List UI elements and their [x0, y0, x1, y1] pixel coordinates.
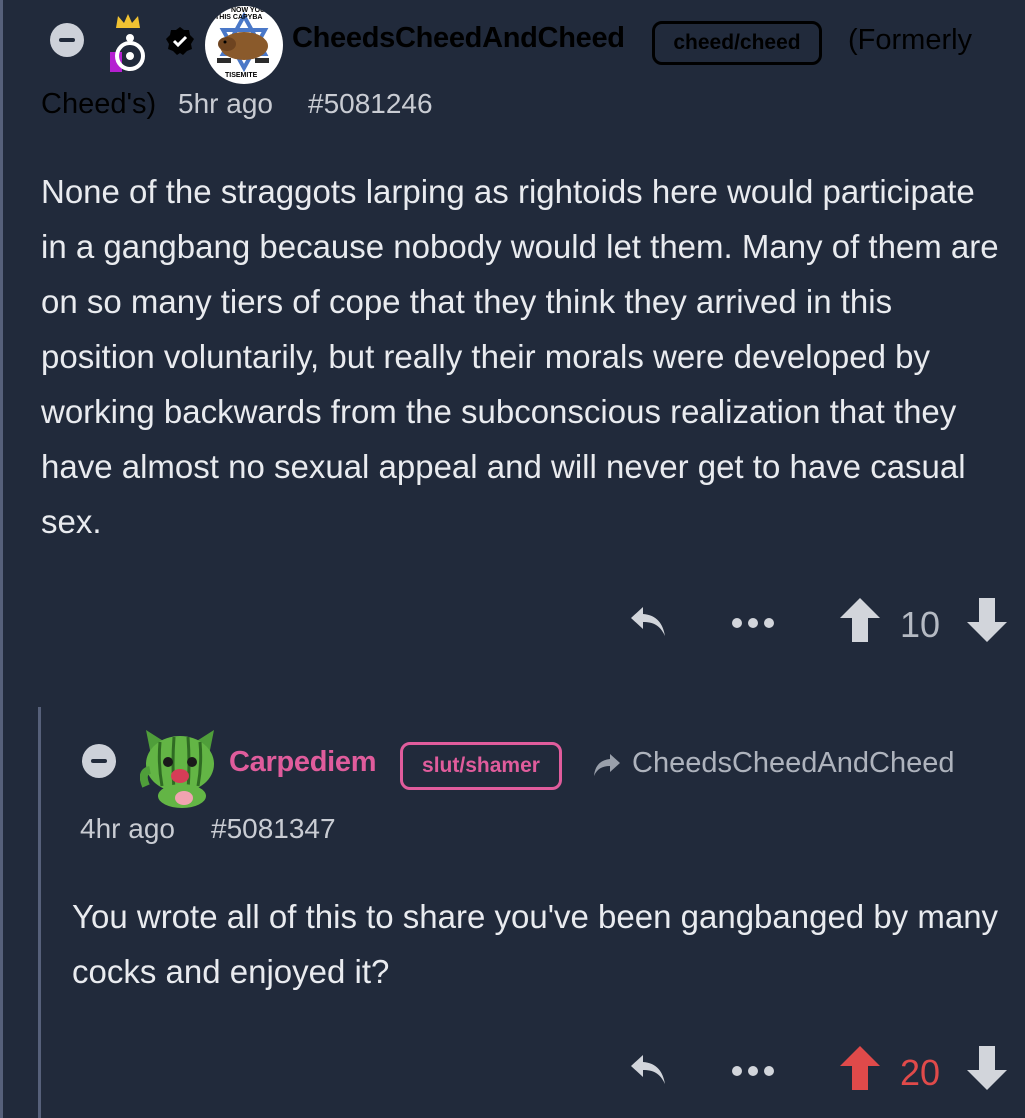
timestamp[interactable]: 4hr ago: [80, 813, 175, 845]
downvote-button[interactable]: [963, 1042, 1011, 1094]
comment-id[interactable]: #5081246: [308, 88, 433, 120]
user-flair: cheed/cheed: [652, 21, 822, 65]
avatar-caption-mid: THIS CAPYBA: [215, 14, 263, 21]
collapse-button[interactable]: [50, 23, 84, 57]
timestamp[interactable]: 5hr ago: [178, 88, 273, 120]
reply-arrow-icon: [631, 607, 665, 636]
score: 20: [900, 1052, 941, 1093]
formerly-note: (Formerly: [848, 24, 973, 56]
crown-badge-icon: [108, 10, 148, 76]
username[interactable]: CheedsCheedAndCheed: [292, 22, 625, 55]
downvote-button[interactable]: [963, 594, 1011, 646]
arrow-up-icon: [840, 598, 880, 642]
reply-to-username[interactable]: CheedsCheedAndCheed: [632, 747, 954, 780]
more-options-button[interactable]: [728, 1056, 778, 1086]
share-arrow-icon: [592, 752, 622, 778]
upvote-button[interactable]: [836, 1042, 884, 1094]
verified-badge-icon: [165, 26, 195, 56]
arrow-down-icon: [967, 1046, 1007, 1090]
user-flair: slut/shamer: [400, 742, 562, 790]
formerly-note-continued: Cheed's): [41, 88, 157, 120]
reply-arrow-icon: [631, 1055, 665, 1084]
comment-body: You wrote all of this to share you've be…: [72, 898, 999, 990]
reply-button[interactable]: [626, 602, 672, 642]
score: 10: [900, 604, 941, 645]
comment-body: None of the straggots larping as rightoi…: [41, 173, 999, 540]
thread-line-reply[interactable]: [38, 707, 41, 1118]
more-options-button[interactable]: [728, 608, 778, 638]
arrow-up-icon: [840, 1046, 880, 1090]
avatar[interactable]: NOW YOU THIS CAPYBA TISEMITE: [205, 6, 283, 84]
upvote-button[interactable]: [836, 594, 884, 646]
comment-id[interactable]: #5081347: [211, 813, 336, 845]
username[interactable]: Carpediem: [229, 746, 376, 779]
reply-button[interactable]: [626, 1050, 672, 1090]
thread-line-root[interactable]: [0, 0, 3, 1118]
avatar-caption-top: NOW YOU: [231, 7, 266, 14]
avatar[interactable]: [139, 724, 220, 808]
collapse-button[interactable]: [82, 744, 116, 778]
arrow-down-icon: [967, 598, 1007, 642]
ellipsis-icon: [732, 1066, 774, 1076]
avatar-caption-bottom: TISEMITE: [225, 72, 258, 79]
ellipsis-icon: [732, 618, 774, 628]
